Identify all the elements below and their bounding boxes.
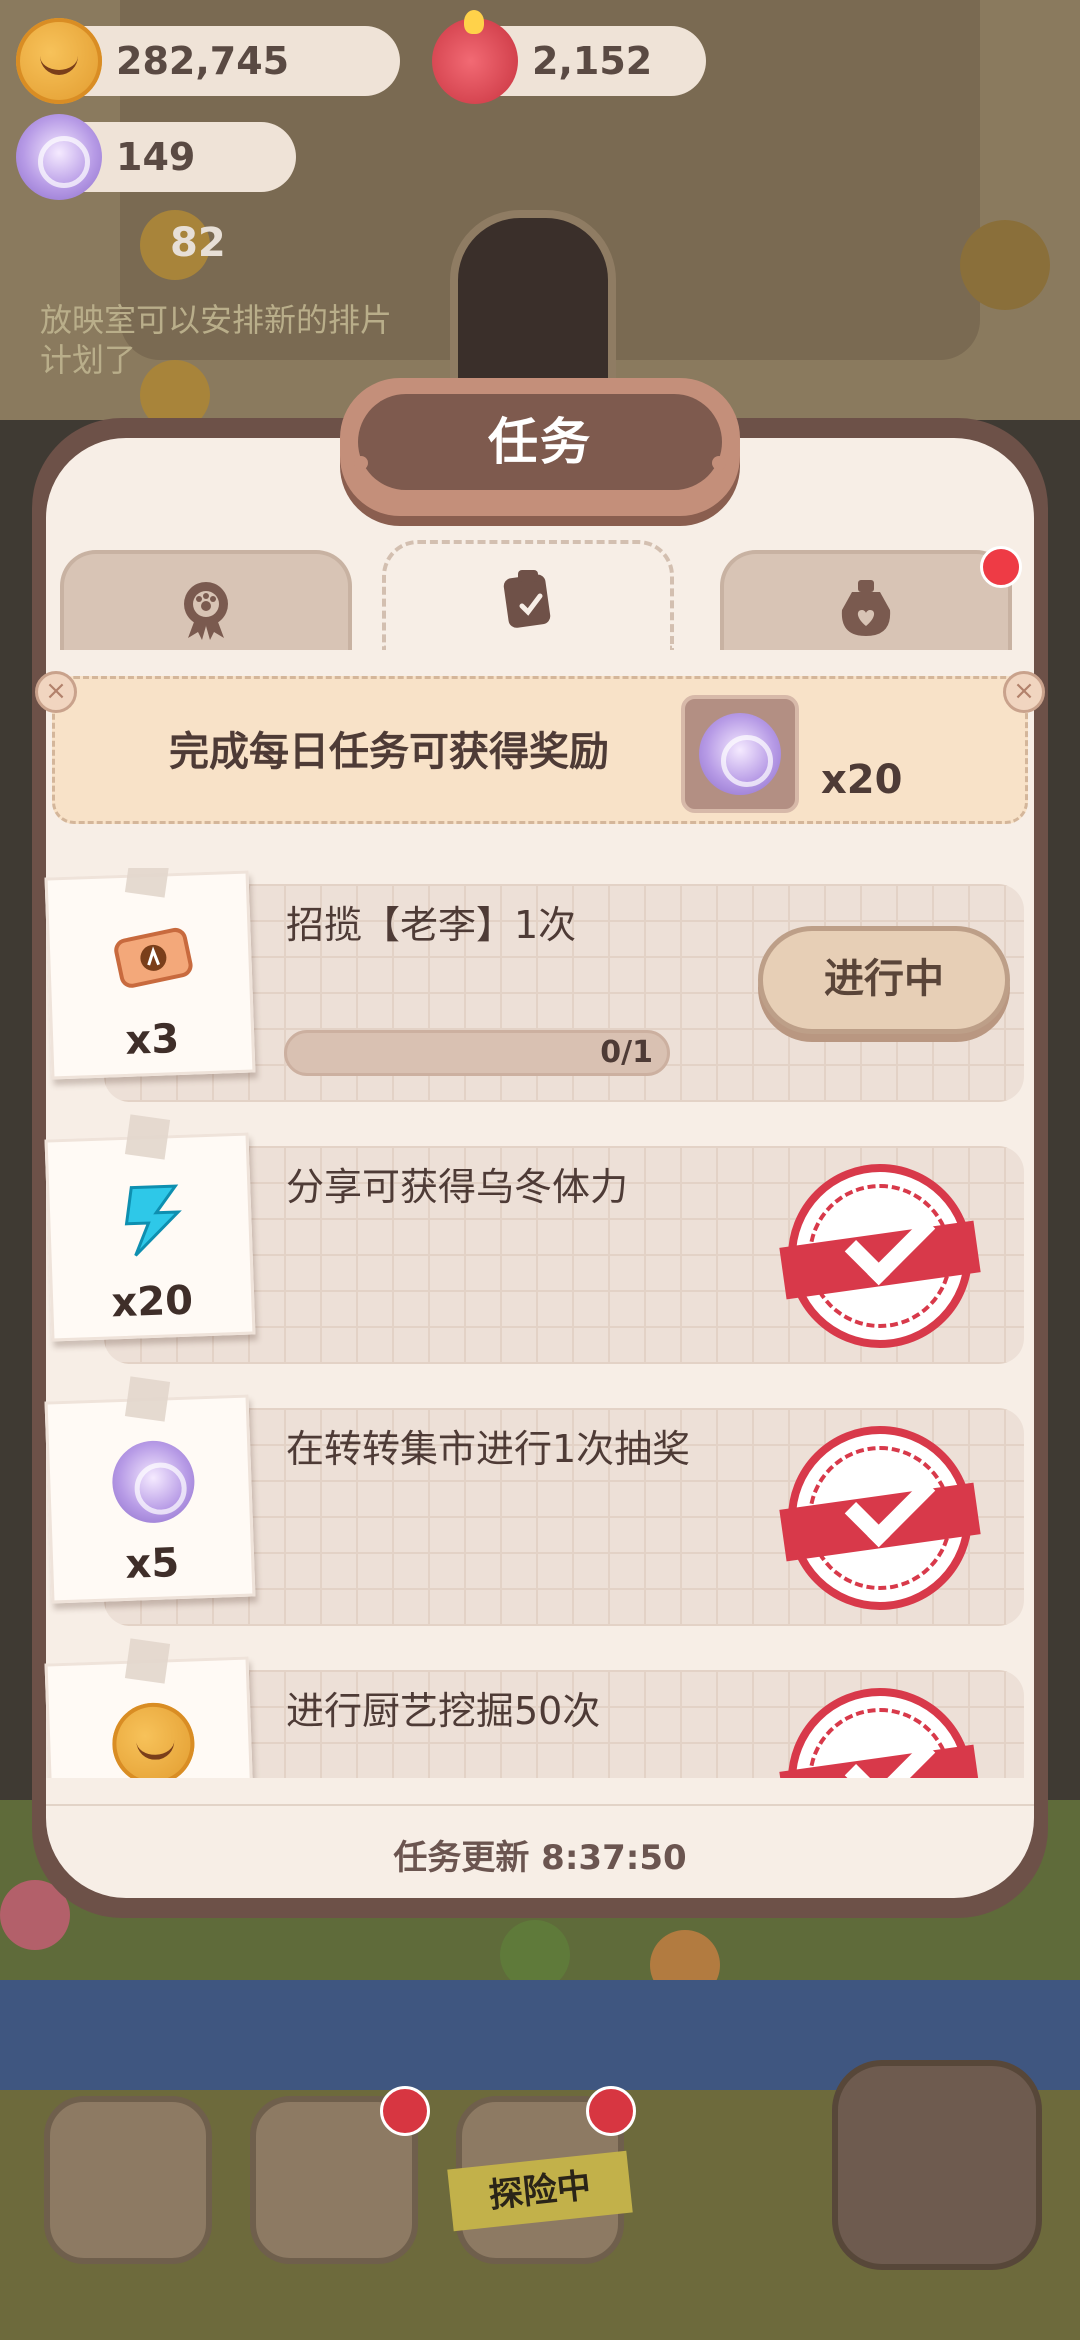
candle-currency: 2,152 bbox=[432, 10, 706, 104]
candle-count: 2,152 bbox=[532, 39, 653, 83]
tape bbox=[124, 868, 171, 898]
notice-text: 放映室可以安排新的排片计划了 bbox=[40, 301, 393, 379]
gift-bag-icon bbox=[841, 580, 891, 636]
candy-currency: 149 bbox=[16, 114, 296, 200]
task-reward-note: x3 bbox=[44, 868, 256, 1080]
daily-reward-qty: x20 bbox=[821, 757, 903, 803]
tape bbox=[124, 1638, 171, 1684]
notification-badge bbox=[586, 2086, 636, 2136]
cookie-count: 282,745 bbox=[116, 39, 290, 83]
task-name: 在转转集市进行1次抽奖 bbox=[286, 1427, 691, 1471]
tab-events[interactable] bbox=[720, 546, 1022, 650]
notification-badge bbox=[380, 2086, 430, 2136]
task-reward-qty: x20 bbox=[110, 1277, 194, 1327]
task-reward-qty: x3 bbox=[124, 1016, 180, 1064]
daily-reward-text: 完成每日任务可获得奖励 bbox=[169, 729, 609, 775]
completed-stamp-icon bbox=[779, 1164, 981, 1348]
notice-panel: 82 放映室可以安排新的排片计划了 bbox=[10, 220, 430, 379]
task-reward-note: x20 bbox=[44, 1114, 256, 1342]
pin-icon: × bbox=[1003, 671, 1045, 713]
modal-title: 任务 bbox=[488, 413, 592, 471]
task-row: 进行厨艺挖掘50次 bbox=[44, 1638, 1034, 1778]
daily-reward-banner: × × 完成每日任务可获得奖励 x20 bbox=[35, 671, 1045, 824]
task-name: 进行厨艺挖掘50次 bbox=[286, 1689, 601, 1733]
task-tabs bbox=[60, 540, 1022, 650]
theater-button[interactable] bbox=[832, 2060, 1042, 2270]
task-row: x5 在转转集市进行1次抽奖 bbox=[44, 1376, 1034, 1628]
candy-icon bbox=[110, 1439, 196, 1525]
modal-title-plate: 任务 bbox=[340, 378, 740, 516]
modal-title-inner: 任务 bbox=[354, 394, 726, 490]
candy-count: 149 bbox=[116, 135, 196, 179]
completed-stamp-icon bbox=[779, 1426, 981, 1610]
badge-icon bbox=[184, 582, 228, 640]
task-row: x20 分享可获得乌冬体力 bbox=[44, 1114, 1034, 1366]
task-name: 招揽【老李】1次 bbox=[286, 903, 577, 947]
tab-achievements[interactable] bbox=[60, 550, 352, 650]
candy-icon bbox=[16, 114, 102, 200]
tape bbox=[124, 1114, 171, 1160]
task-row: x3 招揽【老李】1次 0/1 进行中 bbox=[44, 868, 1034, 1104]
gear-icon bbox=[960, 220, 1050, 310]
pin-icon: × bbox=[35, 671, 77, 713]
candy-icon bbox=[699, 713, 781, 795]
daily-reward-item[interactable] bbox=[681, 695, 799, 813]
task-reward-qty: x5 bbox=[124, 1540, 180, 1588]
ticket-icon bbox=[114, 927, 193, 988]
task-reward-note bbox=[44, 1638, 256, 1778]
task-list[interactable]: x3 招揽【老李】1次 0/1 进行中 x20 分享可获得乌冬体力 x5 在转转… bbox=[44, 868, 1034, 1778]
divider bbox=[46, 1804, 1034, 1806]
task-progress-bar: 0/1 bbox=[284, 1030, 670, 1076]
notification-badge bbox=[980, 546, 1022, 588]
level-number: 82 bbox=[170, 220, 226, 266]
scene-door bbox=[450, 210, 616, 406]
cookie-icon bbox=[110, 1701, 196, 1778]
task-reward-note: x5 bbox=[44, 1376, 256, 1604]
clipboard-icon bbox=[503, 570, 551, 628]
cookie-icon bbox=[16, 18, 102, 104]
tape bbox=[124, 1376, 171, 1422]
lightning-icon bbox=[124, 1184, 182, 1257]
task-progress-text: 0/1 bbox=[600, 1035, 653, 1070]
task-in-progress-button[interactable]: 进行中 bbox=[758, 926, 1010, 1034]
hotel-button[interactable] bbox=[44, 2096, 212, 2264]
task-refresh-timer: 任务更新 8:37:50 bbox=[393, 1838, 687, 1878]
tab-daily-tasks[interactable] bbox=[382, 540, 674, 650]
task-name: 分享可获得乌冬体力 bbox=[286, 1165, 629, 1209]
cookie-currency: 282,745 bbox=[16, 18, 400, 104]
candle-icon bbox=[432, 10, 518, 104]
